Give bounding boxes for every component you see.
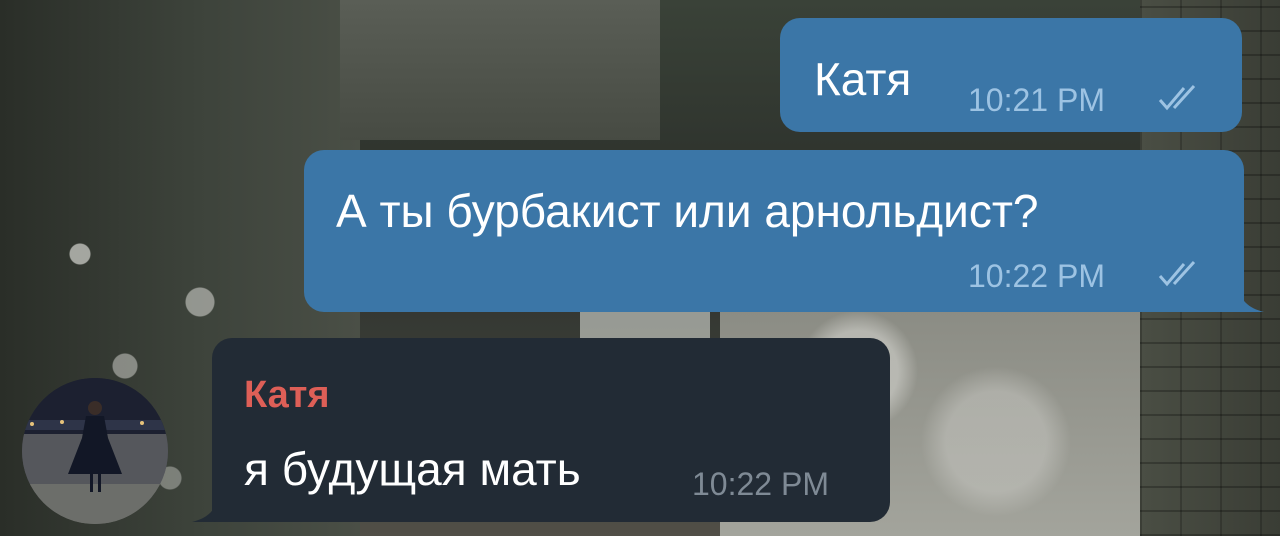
message-bubble-incoming[interactable]: Катя я будущая мать 10:22 PM [212,338,890,522]
message-time: 10:22 PM [968,258,1105,294]
double-check-icon [1158,260,1196,287]
message-text: я будущая мать [244,443,581,495]
sender-name[interactable]: Катя [244,376,330,414]
message-bubble-outgoing[interactable]: А ты бурбакист или арнольдист? 10:22 PM [304,150,1244,312]
message-text: Катя [814,53,912,105]
double-check-icon [1158,84,1196,111]
background-ceiling [340,0,660,140]
avatar-photo [22,378,168,524]
bubble-tail-outgoing [1238,286,1264,312]
message-time: 10:22 PM [692,466,829,502]
message-bubble-outgoing[interactable]: Катя 10:21 PM [780,18,1242,132]
user-avatar[interactable] [22,378,168,524]
message-time: 10:21 PM [968,82,1105,118]
background-light [580,312,710,340]
chat-view: Катя 10:21 PM А ты бурбакист или арнольд… [0,0,1280,536]
message-text: А ты бурбакист или арнольдист? [336,185,1039,237]
